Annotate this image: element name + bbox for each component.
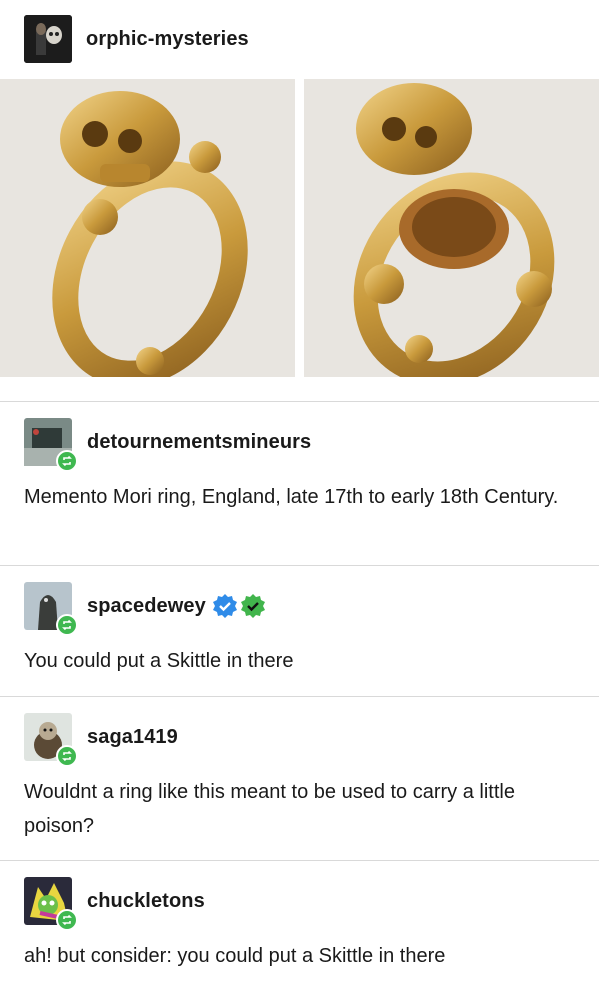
avatar-detournementsmineurs[interactable] (24, 418, 78, 472)
avatar-spacedewey[interactable] (24, 582, 78, 636)
reblog-header: spacedewey (24, 582, 575, 636)
reblog-entry: chuckletons ah! but consider: you could … (24, 877, 575, 973)
post-header: orphic-mysteries (24, 15, 249, 63)
reblog-icon (56, 614, 78, 636)
avatar-saga1419[interactable] (24, 713, 78, 767)
blue-check-badge-icon (212, 594, 237, 618)
divider (0, 860, 599, 861)
reblog-icon (56, 745, 78, 767)
divider (0, 401, 599, 402)
avatar-orphic-mysteries[interactable] (24, 15, 72, 63)
photo-ring-closed[interactable] (0, 79, 295, 377)
reblog-username[interactable]: detournementsmineurs (87, 431, 311, 454)
reblog-entry: spacedewey You could put a Skittle in th… (24, 582, 575, 678)
reblog-header: saga1419 (24, 713, 575, 767)
reblog-username[interactable]: saga1419 (87, 726, 178, 749)
avatar-image (24, 15, 72, 63)
reblog-icon (56, 450, 78, 472)
post-author-username[interactable]: orphic-mysteries (86, 28, 249, 51)
reblog-username[interactable]: spacedewey (87, 595, 206, 618)
divider (0, 565, 599, 566)
reblog-entry: saga1419 Wouldnt a ring like this meant … (24, 713, 575, 843)
reblog-icon (56, 909, 78, 931)
reblog-text: Memento Mori ring, England, late 17th to… (24, 486, 559, 508)
reblog-header: chuckletons (24, 877, 575, 931)
avatar-chuckletons[interactable] (24, 877, 78, 931)
verified-badges (212, 593, 266, 619)
reblog-header: detournementsmineurs (24, 418, 575, 472)
reblog-text: You could put a Skittle in there (24, 650, 294, 672)
photo-ring-open[interactable] (304, 79, 599, 377)
reblog-entry: detournementsmineurs Memento Mori ring, … (24, 418, 575, 514)
reblog-username[interactable]: chuckletons (87, 890, 205, 913)
reblog-text: Wouldnt a ring like this meant to be use… (24, 781, 515, 837)
reblog-text: ah! but consider: you could put a Skittl… (24, 945, 446, 967)
divider (0, 696, 599, 697)
photoset (0, 79, 599, 377)
green-check-badge-icon (240, 594, 265, 618)
